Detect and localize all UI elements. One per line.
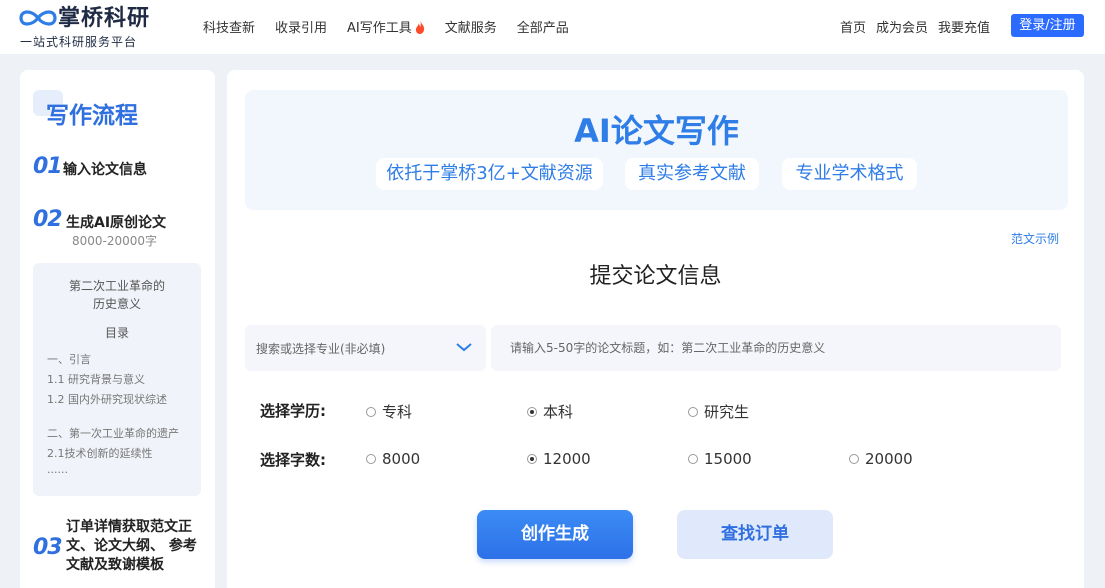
word-count-option-12000[interactable]: 12000: [527, 450, 591, 468]
word-count-label: 选择字数:: [260, 451, 326, 469]
infinity-logo-icon: [19, 10, 57, 26]
word-range: 8000-20000字: [72, 234, 158, 248]
radio-unchecked-icon: [366, 454, 376, 464]
feature-pill: 专业学术格式: [782, 158, 917, 190]
sample-title-line: 第二次工业革命的: [68, 279, 165, 293]
education-option-junior[interactable]: 专科: [366, 401, 412, 422]
step-number: 03: [33, 535, 63, 560]
option-label: 本科: [543, 403, 574, 421]
nav-label: 全部产品: [516, 21, 569, 36]
toc-label: 目录: [104, 326, 129, 340]
home-link[interactable]: 首页: [840, 17, 866, 36]
option-label: 20000: [865, 450, 913, 468]
logo-subtitle: 一站式科研服务平台: [20, 35, 138, 49]
toc-line: 二、第一次工业革命的遗产: [47, 427, 179, 440]
major-select[interactable]: 搜索或选择专业(非必填): [245, 325, 486, 371]
nav-item-all-products[interactable]: 全部产品: [517, 17, 569, 36]
radio-unchecked-icon: [849, 454, 859, 464]
form-title: 提交论文信息: [589, 264, 722, 289]
nav-label: 文献服务: [444, 21, 497, 36]
word-count-option-20000[interactable]: 20000: [849, 450, 913, 468]
word-count-option-8000[interactable]: 8000: [366, 450, 420, 468]
feature-pill: 真实参考文献: [625, 158, 759, 190]
option-label: 专科: [382, 403, 413, 421]
nav-label: AI写作工具: [347, 21, 412, 36]
toc-line: 2.1技术创新的延续性: [47, 447, 153, 460]
education-label: 选择学历:: [260, 402, 326, 420]
chevron-down-icon: [456, 343, 472, 352]
paper-title-input[interactable]: [491, 325, 1061, 371]
nav-item-citation[interactable]: 收录引用: [275, 17, 327, 36]
radio-checked-icon: [527, 406, 537, 417]
step-label: 订单详情获取范文正文、论文大纲、 参考文献及致谢模板: [66, 519, 197, 573]
become-member-link[interactable]: 成为会员: [876, 17, 928, 36]
major-select-placeholder: 搜索或选择专业(非必填): [256, 342, 386, 356]
fire-icon: [415, 19, 424, 34]
toc-line: ......: [47, 463, 68, 476]
find-order-button[interactable]: 查找订单: [677, 510, 833, 559]
option-label: 15000: [704, 450, 752, 468]
education-option-graduate[interactable]: 研究生: [688, 401, 749, 422]
hero-banner: AI论文写作 依托于掌桥3亿+文献资源 真实参考文献 专业学术格式: [245, 90, 1068, 210]
step-label: 输入论文信息: [63, 162, 147, 178]
step-number: 01: [33, 154, 63, 179]
nav-label: 收录引用: [275, 21, 328, 36]
nav-item-ai-writing[interactable]: AI写作工具: [347, 17, 425, 36]
option-label: 研究生: [704, 403, 750, 421]
writing-process-sidebar: 写作流程 01 输入论文信息 02 生成AI原创论文 8000-20000字 第…: [20, 70, 215, 588]
nav-item-novelty-search[interactable]: 科技查新: [203, 17, 255, 36]
top-header: 掌桥科研 一站式科研服务平台 科技查新 收录引用 AI写作工具 文献服务 全部产…: [0, 0, 1105, 54]
main-panel: AI论文写作 依托于掌桥3亿+文献资源 真实参考文献 专业学术格式 范文示例 提…: [227, 70, 1084, 588]
logo[interactable]: 掌桥科研 一站式科研服务平台: [18, 4, 168, 50]
radio-unchecked-icon: [688, 406, 698, 417]
main-nav: 科技查新 收录引用 AI写作工具 文献服务 全部产品: [203, 17, 589, 36]
toc-line: 1.2 国内外研究现状综述: [47, 393, 167, 406]
sidebar-title: 写作流程: [46, 103, 138, 129]
nav-label: 科技查新: [203, 21, 256, 36]
option-label: 8000: [382, 450, 421, 468]
right-nav: 首页 成为会员 我要充值: [840, 17, 1000, 36]
radio-unchecked-icon: [688, 454, 698, 464]
banner-title: AI论文写作: [574, 112, 739, 150]
sample-title: 第二次工业革命的 历史意义: [33, 277, 201, 313]
nav-item-literature-service[interactable]: 文献服务: [445, 17, 497, 36]
word-count-option-15000[interactable]: 15000: [688, 450, 752, 468]
feature-pill: 依托于掌桥3亿+文献资源: [376, 158, 603, 190]
login-register-button[interactable]: 登录/注册: [1011, 14, 1084, 37]
option-label: 12000: [543, 450, 591, 468]
step-label: 生成AI原创论文: [66, 215, 167, 231]
toc-line: 1.1 研究背景与意义: [47, 373, 145, 386]
radio-unchecked-icon: [366, 406, 376, 417]
example-link[interactable]: 范文示例: [1011, 230, 1059, 247]
step-number: 02: [33, 207, 63, 232]
radio-checked-icon: [527, 454, 537, 464]
logo-title: 掌桥科研: [58, 6, 151, 31]
sample-paper-preview: 第二次工业革命的 历史意义 目录 一、引言 1.1 研究背景与意义 1.2 国内…: [33, 263, 201, 496]
toc-line: 一、引言: [47, 353, 91, 366]
sample-title-line: 历史意义: [92, 297, 141, 311]
recharge-link[interactable]: 我要充值: [938, 17, 990, 36]
education-option-bachelor[interactable]: 本科: [527, 401, 573, 422]
create-generate-button[interactable]: 创作生成: [477, 510, 633, 559]
